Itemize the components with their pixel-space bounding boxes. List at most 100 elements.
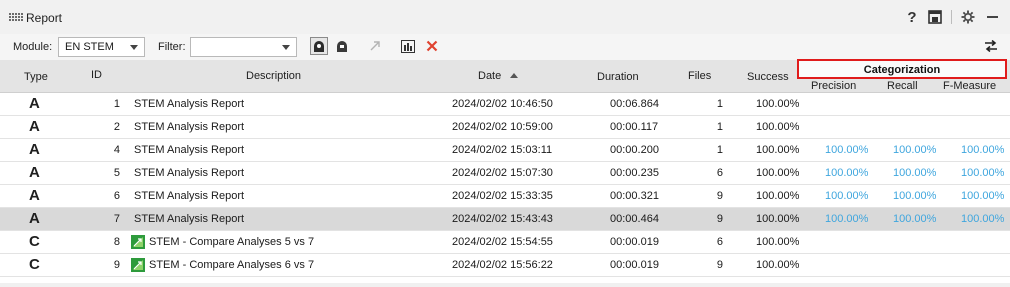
files-cell: 1	[716, 121, 723, 133]
column-header-success[interactable]: Success	[747, 71, 789, 83]
window-title: Report	[26, 11, 63, 25]
date-cell: 2024/02/02 15:43:43	[452, 213, 553, 225]
delete-button[interactable]	[423, 37, 441, 55]
minimize-icon[interactable]	[985, 8, 999, 26]
table-row[interactable]: A 5 STEM Analysis Report 2024/02/02 15:0…	[0, 162, 1010, 185]
recall-cell: 100.00%	[893, 167, 937, 179]
files-cell: 9	[716, 190, 723, 202]
date-cell: 2024/02/02 10:46:50	[452, 98, 553, 110]
settings-gear-icon[interactable]	[960, 8, 976, 26]
description-cell: STEM Analysis Report	[134, 167, 245, 179]
analysis-icon	[314, 40, 324, 52]
export-icon[interactable]	[927, 8, 943, 26]
description-cell: STEM Analysis Report	[134, 190, 245, 202]
duration-cell: 00:00.019	[610, 236, 659, 248]
analysis-alt-icon	[337, 40, 347, 52]
table-footer-edge	[0, 283, 1010, 287]
duration-cell: 00:00.321	[610, 190, 659, 202]
column-header-id[interactable]: ID	[91, 69, 102, 81]
type-cell: C	[29, 233, 40, 250]
id-cell: 1	[113, 98, 120, 110]
id-cell: 4	[113, 144, 120, 156]
toolbar: Module: EN STEM Filter:	[0, 34, 1010, 60]
date-cell: 2024/02/02 10:59:00	[452, 121, 553, 133]
column-header-recall[interactable]: Recall	[887, 80, 918, 92]
column-header-duration[interactable]: Duration	[597, 71, 639, 83]
success-cell: 100.00%	[756, 236, 800, 248]
filter-select[interactable]	[190, 37, 297, 57]
table-row[interactable]: A 6 STEM Analysis Report 2024/02/02 15:3…	[0, 185, 1010, 208]
compare-icon	[131, 258, 145, 272]
delete-x-icon	[426, 40, 438, 52]
success-cell: 100.00%	[756, 213, 800, 225]
help-icon[interactable]: ?	[906, 8, 918, 26]
date-cell: 2024/02/02 15:56:22	[452, 259, 553, 271]
description-cell: STEM Analysis Report	[134, 98, 245, 110]
column-header-files[interactable]: Files	[688, 70, 711, 82]
description-cell: STEM Analysis Report	[134, 213, 245, 225]
column-header-type[interactable]: Type	[24, 71, 48, 83]
description-cell: STEM Analysis Report	[134, 144, 245, 156]
precision-cell: 100.00%	[825, 190, 869, 202]
column-header-description[interactable]: Description	[246, 70, 301, 82]
id-cell: 9	[113, 259, 120, 271]
grip-icon	[9, 13, 23, 23]
type-cell: A	[29, 210, 40, 227]
recall-cell: 100.00%	[893, 190, 937, 202]
categorization-group-header: Categorization	[797, 59, 1007, 79]
duration-cell: 00:00.019	[610, 259, 659, 271]
description-cell: STEM - Compare Analyses 5 vs 7	[149, 236, 315, 248]
table-row[interactable]: C 8 STEM - Compare Analyses 5 vs 7 2024/…	[0, 231, 1010, 254]
column-header-date[interactable]: Date	[478, 70, 519, 82]
module-select[interactable]: EN STEM	[58, 37, 145, 57]
id-cell: 8	[113, 236, 120, 248]
categorization-label: Categorization	[863, 64, 941, 76]
id-cell: 6	[113, 190, 120, 202]
id-cell: 5	[113, 167, 120, 179]
module-label: Module:	[13, 41, 53, 53]
column-header-fmeasure[interactable]: F-Measure	[943, 80, 996, 92]
success-cell: 100.00%	[756, 190, 800, 202]
duration-cell: 00:00.235	[610, 167, 659, 179]
chart-button[interactable]	[399, 37, 417, 55]
description-cell: STEM Analysis Report	[134, 121, 245, 133]
link-arrow-icon	[370, 41, 380, 51]
table-row-selected[interactable]: A 7 STEM Analysis Report 2024/02/02 15:4…	[0, 208, 1010, 231]
filter-label: Filter:	[158, 41, 186, 53]
swap-button[interactable]	[982, 37, 1000, 55]
recall-cell: 100.00%	[893, 144, 937, 156]
link-button[interactable]	[366, 37, 384, 55]
type-cell: C	[29, 256, 40, 273]
date-cell: 2024/02/02 15:03:11	[452, 144, 553, 156]
table-row[interactable]: C 9 STEM - Compare Analyses 6 vs 7 2024/…	[0, 254, 1010, 277]
table-row[interactable]: A 2 STEM Analysis Report 2024/02/02 10:5…	[0, 116, 1010, 139]
duration-cell: 00:00.117	[610, 121, 659, 133]
module-select-value: EN STEM	[65, 41, 114, 53]
fmeasure-cell: 100.00%	[961, 144, 1005, 156]
type-cell: A	[29, 118, 40, 135]
analysis-button[interactable]	[310, 37, 328, 55]
column-header-precision[interactable]: Precision	[811, 80, 856, 92]
swap-arrows-icon	[985, 40, 997, 52]
sort-ascending-icon	[510, 73, 519, 78]
duration-cell: 00:06.864	[610, 98, 659, 110]
success-cell: 100.00%	[756, 144, 800, 156]
compare-icon	[131, 235, 145, 249]
duration-cell: 00:00.464	[610, 213, 659, 225]
table-row[interactable]: A 4 STEM Analysis Report 2024/02/02 15:0…	[0, 139, 1010, 162]
date-cell: 2024/02/02 15:33:35	[452, 190, 553, 202]
table-row[interactable]: A 1 STEM Analysis Report 2024/02/02 10:4…	[0, 93, 1010, 116]
duration-cell: 00:00.200	[610, 144, 659, 156]
id-cell: 2	[113, 121, 120, 133]
chevron-down-icon	[282, 45, 290, 50]
type-cell: A	[29, 95, 40, 112]
title-bar: Report ?	[0, 0, 1010, 34]
fmeasure-cell: 100.00%	[961, 167, 1005, 179]
type-cell: A	[29, 187, 40, 204]
type-cell: A	[29, 141, 40, 158]
column-header-date-label: Date	[478, 70, 502, 82]
bar-chart-icon	[401, 39, 415, 53]
analysis-alt-button[interactable]	[333, 37, 351, 55]
chevron-down-icon	[130, 45, 138, 50]
precision-cell: 100.00%	[825, 144, 869, 156]
